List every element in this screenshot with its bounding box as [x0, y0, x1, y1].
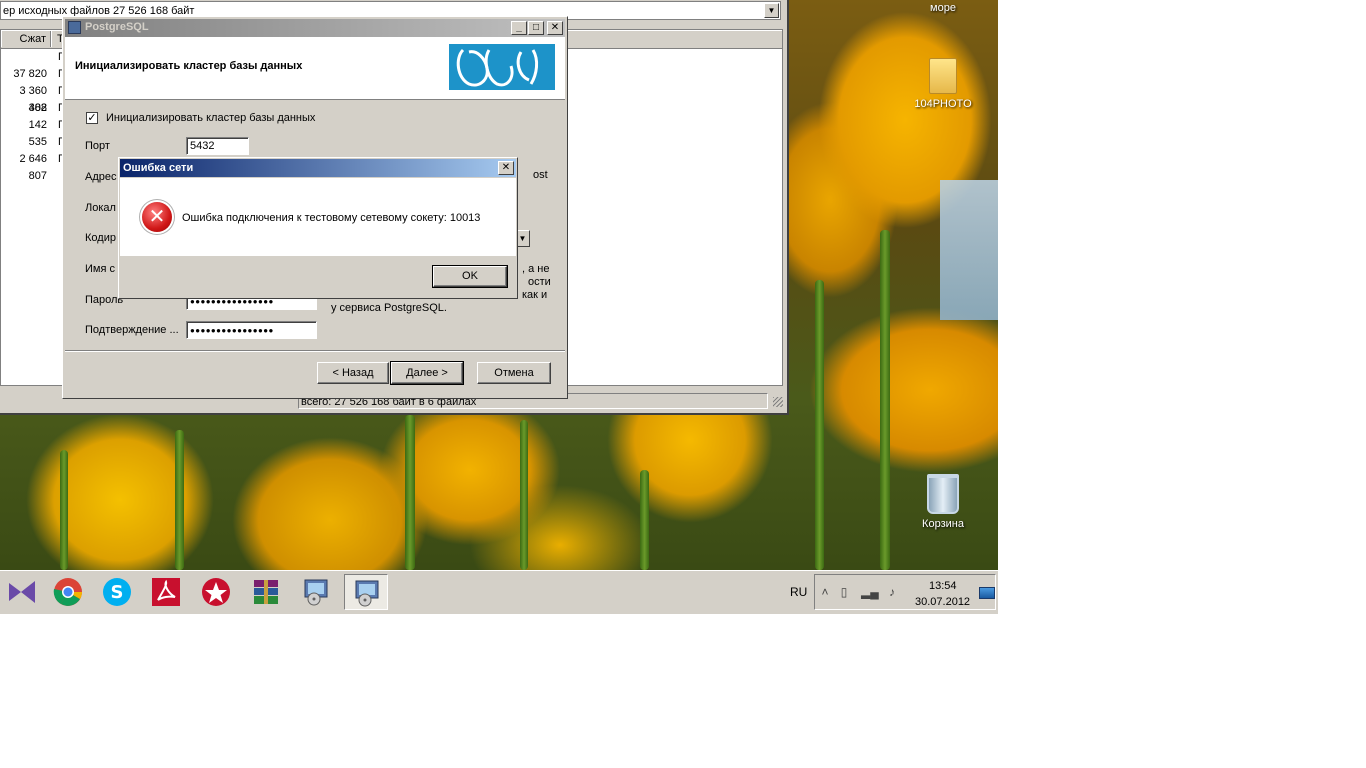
confirm-password-input[interactable]: ●●●●●●●●●●●●●●●●: [186, 321, 317, 339]
wallpaper-stem: [60, 450, 68, 570]
wallpaper-stem: [880, 230, 890, 570]
skype-icon: S: [103, 578, 131, 606]
installer-app-icon: [68, 21, 81, 34]
row-size: 402: [28, 102, 47, 114]
usb-device-icon[interactable]: ▯: [837, 585, 851, 599]
taskbar-app-winrar[interactable]: [244, 574, 288, 610]
back-button[interactable]: < Назад: [317, 362, 389, 384]
encoding-label: Кодир: [85, 232, 116, 244]
minimize-icon[interactable]: _: [511, 21, 527, 35]
desktop-icon-label: Корзина: [922, 518, 964, 530]
error-message: Ошибка подключения к тестовому сетевому …: [182, 212, 481, 224]
note-line-2: ости: [528, 276, 551, 288]
volume-icon[interactable]: ♪: [885, 585, 899, 599]
note-line-1: , а не: [522, 263, 550, 275]
postgresql-logo: [449, 44, 555, 90]
confirm-password-label: Подтверждение ...: [85, 324, 179, 336]
maximize-icon[interactable]: □: [528, 21, 544, 35]
pokerstars-icon: [202, 578, 230, 606]
installer-icon: [355, 580, 379, 607]
resize-grip-icon[interactable]: [773, 397, 783, 407]
note-line-3: как и: [522, 289, 548, 301]
wallpaper-stem: [175, 430, 184, 570]
locale-label: Локал: [85, 202, 116, 214]
next-button[interactable]: Далее >: [390, 361, 464, 385]
address-label: Адрес: [85, 171, 117, 183]
acrobat-icon: [152, 578, 180, 606]
error-dialog-title: Ошибка сети: [123, 162, 194, 174]
installer-header: Инициализировать кластер базы данных: [65, 37, 565, 100]
init-cluster-checkbox[interactable]: ✓: [86, 112, 98, 124]
recycle-bin-icon: [927, 474, 959, 514]
taskbar-app-acrobat[interactable]: [144, 574, 188, 610]
desktop-icon-sea[interactable]: море: [908, 2, 978, 14]
chevron-down-icon[interactable]: ▼: [764, 3, 779, 18]
network-error-dialog: Ошибка сети ✕ ✕ Ошибка подключения к тес…: [118, 157, 518, 299]
init-cluster-label: Инициализировать кластер базы данных: [106, 112, 316, 124]
installer-title: PostgreSQL: [85, 21, 149, 33]
close-icon[interactable]: ✕: [547, 21, 563, 35]
chrome-icon: [53, 578, 82, 606]
close-icon[interactable]: ✕: [498, 161, 514, 175]
port-input[interactable]: 5432: [186, 137, 249, 155]
error-icon: ✕: [142, 202, 172, 232]
winrar-icon: [254, 580, 278, 604]
installer-icon: [304, 579, 328, 606]
row-size: 2 646 807: [19, 153, 47, 182]
installer-divider: [65, 350, 565, 352]
taskbar-app-installer[interactable]: [294, 574, 338, 610]
column-header-packed[interactable]: Сжат: [1, 31, 51, 47]
wallpaper-stem: [405, 415, 415, 570]
taskbar-app-pokerstars[interactable]: [194, 574, 238, 610]
folder-icon: [929, 58, 957, 94]
wallpaper-stem: [815, 280, 824, 570]
error-dialog-titlebar[interactable]: Ошибка сети ✕: [120, 159, 516, 177]
cancel-button[interactable]: Отмена: [477, 362, 551, 384]
chevron-up-icon[interactable]: ˄: [818, 585, 832, 599]
desktop-icon-label: море: [930, 2, 956, 14]
wallpaper-stem: [520, 420, 528, 570]
clock-date[interactable]: 30.07.2012: [915, 596, 970, 608]
row-size: 535: [28, 136, 47, 148]
superuser-name-label: Имя с: [85, 263, 115, 275]
taskbar-app-installer-active[interactable]: [344, 574, 388, 610]
clock-time[interactable]: 13:54: [929, 580, 957, 592]
taskbar-app-visual-studio[interactable]: [0, 574, 40, 610]
wallpaper-sky: [940, 180, 998, 320]
note-line-4: у сервиса PostgreSQL.: [331, 302, 447, 314]
system-tray: ˄ ▯ ▂▄ ♪ 13:54 30.07.2012: [814, 574, 996, 610]
address-value-tail: ost: [533, 169, 548, 181]
visual-studio-icon: [9, 581, 35, 603]
row-size: 142: [28, 119, 47, 131]
taskbar-app-chrome[interactable]: [46, 574, 90, 610]
network-signal-icon[interactable]: ▂▄: [861, 585, 879, 599]
installer-heading: Инициализировать кластер базы данных: [75, 60, 303, 72]
desktop-icon-104photo[interactable]: 104PHOTO: [908, 58, 978, 110]
taskbar: S RU ˄ ▯ ▂▄ ♪ 13:54 30.07.2012: [0, 570, 998, 614]
installer-titlebar[interactable]: PostgreSQL _ □ ✕: [65, 19, 565, 37]
show-desktop-icon[interactable]: [979, 587, 995, 599]
ok-button[interactable]: OK: [432, 265, 508, 288]
error-dialog-body: ✕ Ошибка подключения к тестовому сетевом…: [120, 178, 516, 256]
language-indicator[interactable]: RU: [790, 585, 807, 599]
taskbar-app-skype[interactable]: S: [95, 574, 139, 610]
desktop-icon-label: 104PHOTO: [914, 98, 972, 110]
wallpaper-stem: [640, 470, 649, 570]
svg-text:S: S: [111, 582, 124, 603]
desktop-icon-recycle-bin[interactable]: Корзина: [908, 474, 978, 530]
row-size: 37 820: [13, 68, 47, 80]
port-label: Порт: [85, 140, 110, 152]
